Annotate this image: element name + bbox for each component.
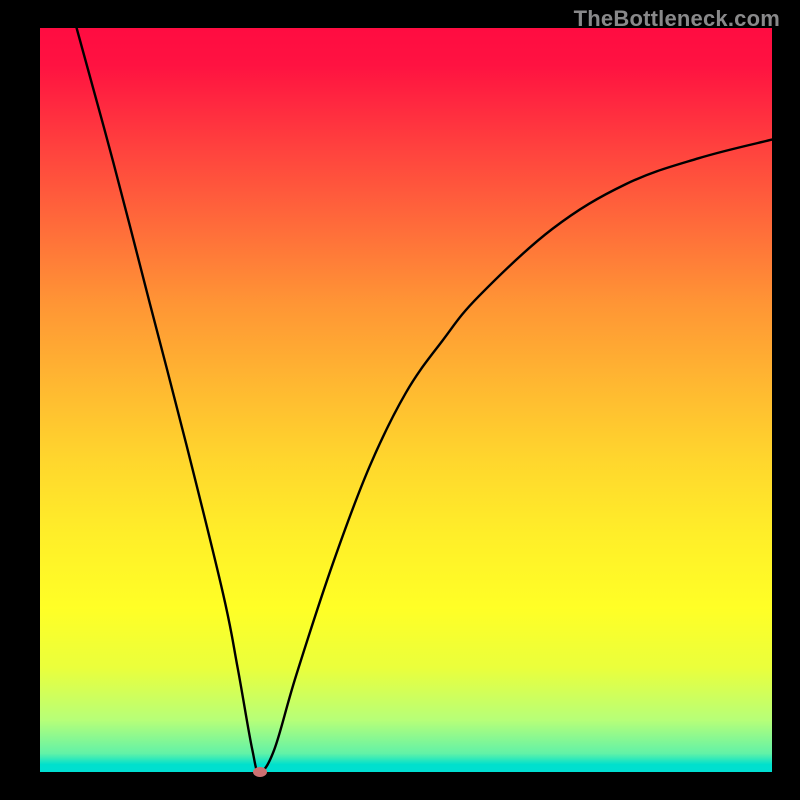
minimum-marker [253,767,267,777]
chart-curve [0,0,800,800]
